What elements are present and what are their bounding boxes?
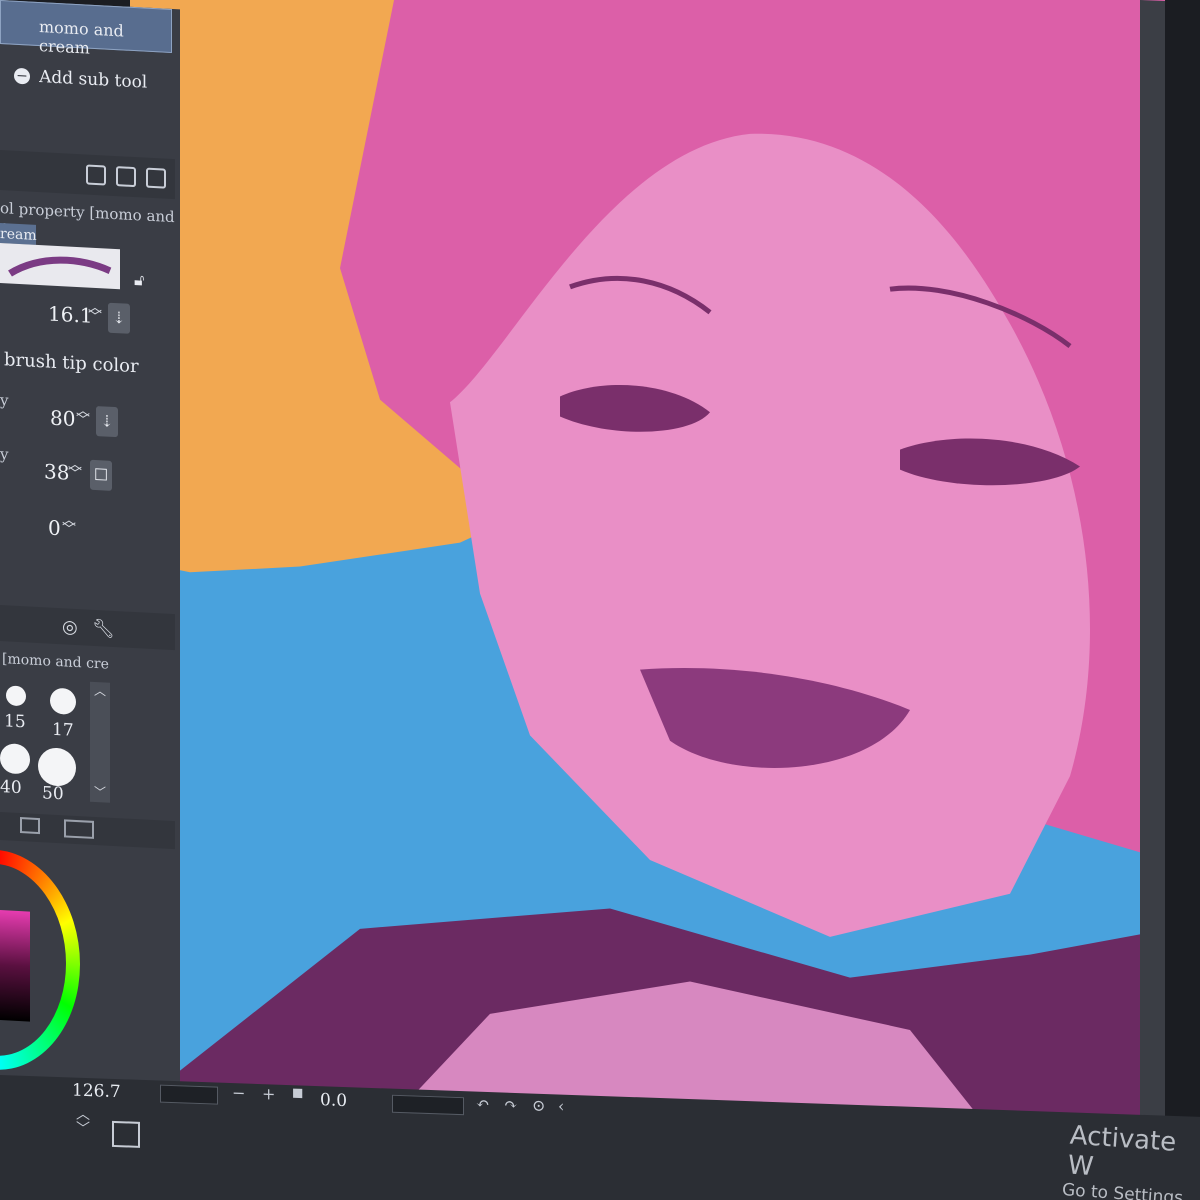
left-tool-panel: momo and cream − Add sub tool ol propert… xyxy=(0,0,180,1200)
property-row3-spinner-icon[interactable]: ︿ ﹀ xyxy=(62,512,76,538)
brush-tip-color-label: brush tip color xyxy=(4,349,139,378)
brush-size-label: 15 xyxy=(4,711,26,733)
brush-size-dot-icon xyxy=(38,746,76,787)
brush-stroke-preview xyxy=(0,243,120,290)
zoom-out-icon[interactable]: − xyxy=(232,1083,245,1102)
zoom-slider[interactable] xyxy=(160,1084,218,1105)
canvas-vertical-scrollbar[interactable] xyxy=(1140,0,1165,1141)
duplicate-subtool-icon[interactable] xyxy=(116,166,136,188)
brush-size-label: 40 xyxy=(0,777,22,799)
add-circle-icon: − xyxy=(14,67,30,85)
drawing-canvas[interactable] xyxy=(130,0,1165,1150)
brush-size-label: 17 xyxy=(52,719,74,741)
brush-size-dot-icon xyxy=(0,743,30,775)
add-sub-tool-label: Add sub tool xyxy=(39,66,148,93)
property-row1-spinner-icon[interactable]: ︿ ﹀ xyxy=(76,403,90,429)
property-row2-value[interactable]: 38 xyxy=(44,459,69,484)
brush-size-value[interactable]: 16.1 xyxy=(48,302,93,328)
save-subtool-icon[interactable] xyxy=(86,164,106,186)
color-wheel-panel xyxy=(0,845,175,1099)
fit-view-icon[interactable]: ■ xyxy=(292,1085,303,1099)
subtool-section: momo and cream − Add sub tool xyxy=(0,0,175,149)
scroll-down-icon[interactable]: ﹀ xyxy=(94,783,106,801)
subtool-item-selected[interactable]: momo and cream xyxy=(0,0,172,58)
subtool-action-bar xyxy=(0,150,175,200)
property-row1-label: y xyxy=(0,391,9,410)
zoom-value[interactable]: 126.7 xyxy=(72,1081,121,1103)
brush-size-item[interactable]: 15 xyxy=(0,677,42,733)
zoom-in-icon[interactable]: + xyxy=(262,1084,275,1103)
view-mode-icon[interactable] xyxy=(64,819,94,839)
scroll-up-icon[interactable]: ︿ xyxy=(94,682,106,700)
brush-size-dot-icon xyxy=(6,685,26,707)
property-row2-toggle-icon[interactable]: ☐ xyxy=(90,459,112,491)
wrench-icon[interactable]: 🔧︎ xyxy=(92,618,115,640)
property-row2-label: y xyxy=(0,445,9,464)
property-row1-value[interactable]: 80 xyxy=(50,406,75,431)
property-row3-value[interactable]: 0 xyxy=(48,516,61,541)
brush-name-tag: ream xyxy=(0,223,37,245)
property-row2-spinner-icon[interactable]: ︿ ﹀ xyxy=(68,457,82,483)
brush-size-scrollbar[interactable]: ︿ ﹀ xyxy=(90,681,110,803)
brush-name-label: ream xyxy=(0,226,37,244)
saturation-square[interactable] xyxy=(0,910,30,1022)
reset-rotation-icon[interactable]: ⊙ xyxy=(532,1096,545,1115)
brush-size-item[interactable]: 17 xyxy=(44,679,86,741)
artwork xyxy=(130,0,1165,1150)
brush-size-palette-title: [momo and cre xyxy=(2,651,109,673)
brush-size-spinner-icon[interactable]: ︿ ﹀ xyxy=(88,300,102,326)
windows-activation-watermark: Activate W Go to Settings xyxy=(1061,1120,1200,1200)
brush-size-label: 50 xyxy=(42,783,64,805)
expand-arrows-icon[interactable]: ︿ ﹀ xyxy=(76,1107,90,1137)
panel-menu-icon[interactable] xyxy=(20,817,40,835)
brush-size-dot-icon xyxy=(50,687,76,715)
rotate-left-icon[interactable]: ↶ xyxy=(476,1094,489,1113)
rotation-slider[interactable] xyxy=(392,1094,464,1116)
subtool-item-label: momo and cream xyxy=(39,17,124,58)
brush-size-palette: [momo and cre 15 17 40 50 ︿ ﹀ xyxy=(0,645,175,824)
property-row1-dynamics-icon[interactable]: ⇣ xyxy=(96,406,118,438)
tool-property-panel: ol property [momo and c ream 🔓︎ 16.1 ︿﹀ … xyxy=(0,195,175,624)
lock-icon[interactable]: 🔓︎ xyxy=(134,270,144,291)
brush-stroke-icon xyxy=(8,256,112,277)
panel-toggle-icon[interactable] xyxy=(112,1120,140,1148)
watermark-line1: Activate W xyxy=(1066,1120,1178,1183)
delete-subtool-icon[interactable] xyxy=(146,167,166,189)
screen: momo and cream − Add sub tool ol propert… xyxy=(0,0,1200,1200)
rotate-right-icon[interactable]: ↷ xyxy=(504,1095,517,1114)
add-sub-tool-button[interactable]: − Add sub tool xyxy=(14,65,147,92)
rotation-value[interactable]: 0.0 xyxy=(320,1090,347,1111)
tool-settings-icon[interactable]: ◎ xyxy=(62,616,78,638)
collapse-arrow-icon[interactable]: ‹ xyxy=(558,1096,564,1115)
brush-size-dynamics-icon[interactable]: ⇣ xyxy=(108,302,130,334)
brush-size-item[interactable]: 50 xyxy=(36,739,84,805)
